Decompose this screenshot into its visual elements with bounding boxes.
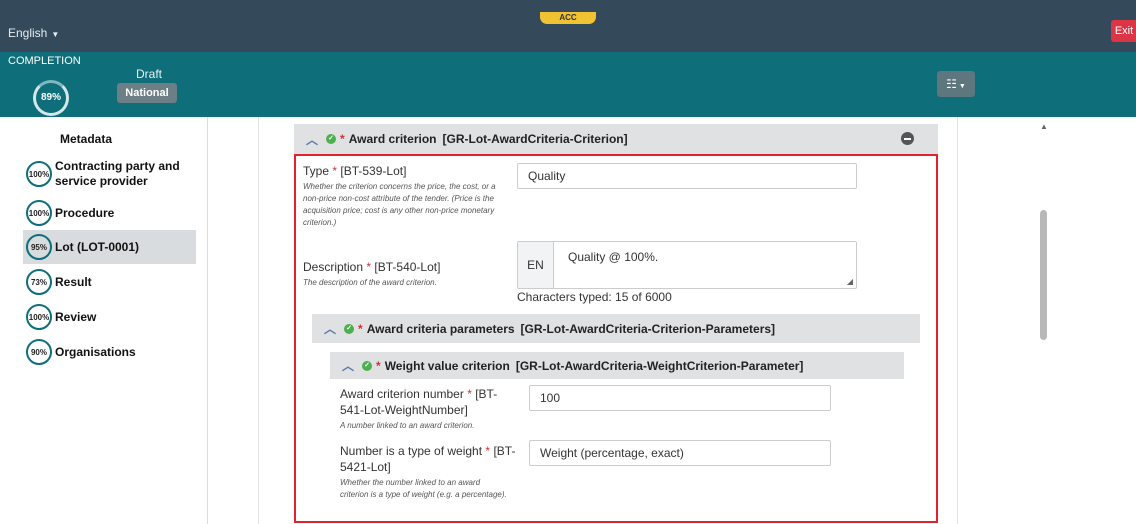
caret-down-icon: ▼	[51, 30, 60, 39]
sidebar-item-label: Organisations	[55, 344, 136, 359]
caret-down-icon: ▼	[958, 83, 966, 90]
scrollbar-thumb[interactable]	[1040, 210, 1047, 340]
progress-badge: 73%	[26, 269, 52, 295]
required-icon: *	[340, 132, 345, 146]
sidebar-item-contracting-party[interactable]: 100% Contracting party and service provi…	[26, 157, 196, 191]
scrollbar[interactable]: ▲	[1036, 117, 1052, 524]
sliders-icon: ☷	[946, 77, 957, 91]
environment-badge: ACC	[540, 12, 596, 24]
sidebar-item-metadata[interactable]: Metadata	[60, 125, 230, 153]
progress-badge: 90%	[26, 339, 52, 365]
exit-button[interactable]: Exit	[1111, 20, 1136, 42]
completion-gauge: 89%	[33, 80, 69, 116]
scope-badge: National	[117, 83, 177, 103]
chevron-up-icon[interactable]: ︿	[306, 131, 318, 148]
sidebar-item-label: Review	[55, 309, 97, 324]
section-group-id: [GR-Lot-AwardCriteria-Criterion]	[442, 132, 628, 146]
remove-icon[interactable]	[901, 132, 914, 145]
sidebar-nav: Metadata 100% Contracting party and serv…	[8, 117, 208, 524]
sidebar-item-label: Lot (LOT-0001)	[55, 239, 140, 254]
sidebar-item-procedure[interactable]: 100% Procedure	[26, 199, 196, 227]
sidebar-item-lot[interactable]: 95% Lot (LOT-0001)	[23, 230, 196, 264]
sidebar-item-organisations[interactable]: 90% Organisations	[26, 338, 196, 366]
progress-badge: 100%	[26, 200, 52, 226]
section-title: Award criterion	[348, 132, 437, 146]
sidebar-item-result[interactable]: 73% Result	[26, 268, 196, 296]
sidebar-item-label: Result	[55, 274, 92, 289]
top-bar: English ▼ ACC Exit	[0, 0, 1136, 52]
language-selector[interactable]: English ▼	[8, 26, 59, 40]
completion-label: COMPLETION	[8, 55, 81, 67]
sidebar-item-label: Contracting party and service provider	[55, 159, 180, 188]
award-criterion-header[interactable]: ︿ ✓ * Award criterion [GR-Lot-AwardCrite…	[294, 124, 938, 154]
sidebar-item-label: Procedure	[55, 205, 115, 220]
sidebar-item-review[interactable]: 100% Review	[26, 303, 196, 331]
settings-dropdown-button[interactable]: ☷ ▼	[937, 71, 975, 97]
sidebar-item-label: Metadata	[60, 131, 113, 146]
progress-badge: 100%	[26, 304, 52, 330]
draft-status: Draft	[136, 67, 163, 81]
highlight-box	[294, 154, 938, 523]
progress-badge: 95%	[26, 234, 52, 260]
scroll-up-icon[interactable]: ▲	[1040, 122, 1048, 131]
language-label: English	[8, 26, 48, 40]
check-circle-icon: ✓	[326, 134, 337, 144]
progress-badge: 100%	[26, 161, 52, 187]
